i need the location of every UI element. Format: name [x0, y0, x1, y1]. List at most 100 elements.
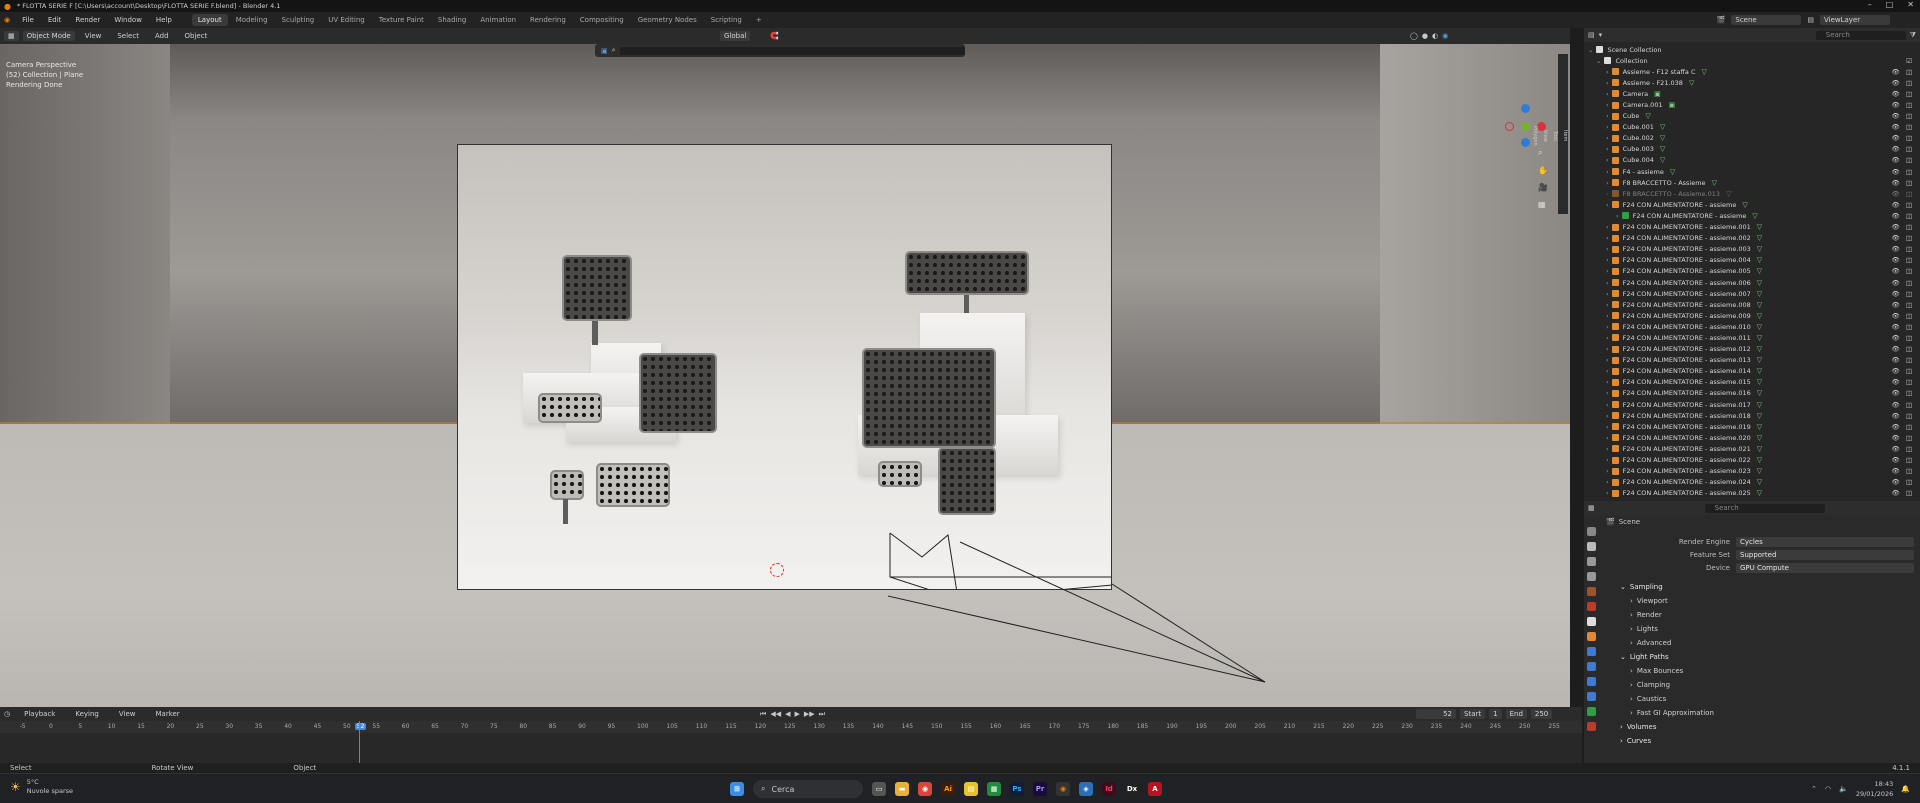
tab-sculpting[interactable]: Sculpting [276, 14, 321, 26]
visibility-toggle-icon[interactable]: 👁 ◫ [1892, 145, 1914, 153]
outliner-row[interactable]: › F4 - assieme ▽ 👁 ◫ [1584, 166, 1920, 177]
transform-orientation-dropdown[interactable]: Global [720, 31, 751, 41]
mesh-data-icon[interactable]: ▽ [1757, 456, 1762, 464]
davinci-icon[interactable]: Dx [1125, 782, 1139, 796]
outliner-row[interactable]: › F24 CON ALIMENTATORE - assieme.004 ▽ 👁 ◫ [1584, 255, 1920, 266]
outliner-row[interactable]: › Cube.001 ▽ 👁 ◫ [1584, 122, 1920, 133]
chevron-right-icon[interactable]: › [1606, 378, 1609, 386]
chevron-right-icon[interactable]: › [1606, 267, 1609, 275]
visibility-toggle-icon[interactable]: 👁 ◫ [1892, 179, 1914, 187]
mesh-data-icon[interactable]: ▽ [1757, 323, 1762, 331]
axis-neg-x-icon[interactable] [1505, 122, 1514, 131]
chevron-right-icon[interactable]: › [1606, 112, 1609, 120]
chevron-right-icon[interactable]: › [1606, 334, 1609, 342]
outliner-editor-icon[interactable]: ▤ [1588, 31, 1595, 39]
outliner-row[interactable]: › F24 CON ALIMENTATORE - assieme.003 ▽ 👁 ◫ [1584, 244, 1920, 255]
mesh-data-icon[interactable]: ▽ [1712, 179, 1717, 187]
perspective-grid-icon[interactable]: ▦ [1538, 200, 1548, 209]
outliner-row[interactable]: › F8 BRACCETTO - Assieme.013 ▽ 👁 ◫ [1584, 188, 1920, 199]
visibility-toggle-icon[interactable]: 👁 ◫ [1892, 312, 1914, 320]
outliner-row[interactable]: ⌄ Scene Collection [1584, 44, 1920, 55]
outliner-row[interactable]: › F8 BRACCETTO - Assieme ▽ 👁 ◫ [1584, 177, 1920, 188]
acrobat-icon[interactable]: A [1148, 782, 1162, 796]
scene-tab-icon[interactable] [1586, 587, 1596, 596]
chevron-right-icon[interactable]: › [1606, 489, 1609, 497]
3d-viewport[interactable]: ▣ ⌕ Camera Perspective (52) Collection |… [0, 44, 1570, 707]
object-tab-icon[interactable] [1586, 632, 1596, 641]
visibility-toggle-icon[interactable]: 👁 ◫ [1892, 245, 1914, 253]
viewport-menu-add[interactable]: Add [149, 32, 175, 40]
chevron-right-icon[interactable]: › [1616, 212, 1619, 220]
section-volumes[interactable]: › Volumes [1600, 720, 1920, 734]
outliner-row[interactable]: › F24 CON ALIMENTATORE - assieme.024 ▽ 👁 ◫ [1584, 477, 1920, 488]
wifi-icon[interactable]: ◠ [1825, 785, 1831, 793]
chevron-right-icon[interactable]: › [1606, 123, 1609, 131]
visibility-toggle-icon[interactable]: 👁 ◫ [1892, 367, 1914, 375]
chevron-right-icon[interactable]: › [1606, 145, 1609, 153]
chevron-right-icon[interactable]: › [1606, 201, 1609, 209]
sidebar-tab-item[interactable]: Item [1562, 130, 1568, 141]
mesh-data-icon[interactable]: ▽ [1757, 256, 1762, 264]
close-icon[interactable]: ✕ [1907, 0, 1914, 9]
mesh-data-icon[interactable]: ▽ [1726, 190, 1731, 198]
timeline-menu-view[interactable]: View [113, 710, 142, 718]
outliner-row[interactable]: › Assieme - F21.038 ▽ 👁 ◫ [1584, 77, 1920, 88]
tool-tab-icon[interactable] [1586, 527, 1596, 536]
mesh-data-icon[interactable]: ▽ [1742, 201, 1747, 209]
playhead-line[interactable] [359, 721, 360, 763]
subsection-max-bounces[interactable]: Max Bounces [1600, 664, 1920, 678]
outliner-row[interactable]: › F24 CON ALIMENTATORE - assieme.023 ▽ 👁 ◫ [1584, 466, 1920, 477]
mesh-data-icon[interactable]: ▽ [1757, 312, 1762, 320]
navigation-gizmo[interactable] [1503, 104, 1547, 148]
timeline-menu-keying[interactable]: Keying [69, 710, 105, 718]
subsection-viewport[interactable]: Viewport [1600, 594, 1920, 608]
blender-taskbar-icon[interactable]: ◉ [1056, 782, 1070, 796]
timeline-menu-marker[interactable]: Marker [149, 710, 185, 718]
mesh-data-icon[interactable]: ▽ [1757, 367, 1762, 375]
mesh-data-icon[interactable]: ▽ [1757, 434, 1762, 442]
visibility-toggle-icon[interactable]: 👁 ◫ [1892, 134, 1914, 142]
outliner-row[interactable]: › F24 CON ALIMENTATORE - assieme.025 ▽ 👁 ◫ [1584, 488, 1920, 499]
mesh-data-icon[interactable]: ▽ [1757, 378, 1762, 386]
mesh-data-icon[interactable]: ▽ [1757, 334, 1762, 342]
mesh-data-icon[interactable]: ▽ [1757, 478, 1762, 486]
chevron-right-icon[interactable]: › [1606, 345, 1609, 353]
chevron-right-icon[interactable]: › [1606, 79, 1609, 87]
viewport-menu-select[interactable]: Select [111, 32, 145, 40]
section-light-paths[interactable]: ⌄ Light Paths [1600, 650, 1920, 664]
chevron-right-icon[interactable]: › [1606, 478, 1609, 486]
constraints-tab-icon[interactable] [1586, 692, 1596, 701]
outliner-row[interactable]: ⌄ Collection ☑ [1584, 55, 1920, 66]
visibility-toggle-icon[interactable]: 👁 ◫ [1892, 478, 1914, 486]
tab-compositing[interactable]: Compositing [574, 14, 630, 26]
viewport-menu-view[interactable]: View [79, 32, 108, 40]
material-tab-icon[interactable] [1586, 722, 1596, 731]
tab-shading[interactable]: Shading [432, 14, 472, 26]
visibility-toggle-icon[interactable]: 👁 ◫ [1892, 323, 1914, 331]
visibility-toggle-icon[interactable]: 👁 ◫ [1892, 456, 1914, 464]
sidebar-tab-polygon[interactable]: Polygon [1532, 126, 1538, 146]
current-frame-field[interactable]: 52 [1416, 709, 1456, 719]
visibility-toggle-icon[interactable]: 👁 ◫ [1892, 489, 1914, 497]
visibility-toggle-icon[interactable]: 👁 ◫ [1892, 123, 1914, 131]
chevron-right-icon[interactable]: › [1606, 68, 1609, 76]
notes-icon[interactable]: ▤ [964, 782, 978, 796]
device-dropdown[interactable]: GPU Compute [1736, 562, 1914, 573]
outliner-row[interactable]: › F24 CON ALIMENTATORE - assieme.013 ▽ 👁 ◫ [1584, 355, 1920, 366]
outliner-row[interactable]: › F24 CON ALIMENTATORE - assieme.021 ▽ 👁 ◫ [1584, 443, 1920, 454]
next-key-icon[interactable]: ▶▶ [804, 710, 815, 719]
outliner-row[interactable]: › F24 CON ALIMENTATORE - assieme.006 ▽ 👁 ◫ [1584, 277, 1920, 288]
visibility-toggle-icon[interactable]: 👁 ◫ [1892, 267, 1914, 275]
data-tab-icon[interactable] [1586, 707, 1596, 716]
menu-render[interactable]: Render [69, 16, 106, 24]
visibility-toggle-icon[interactable]: 👁 ◫ [1892, 401, 1914, 409]
visibility-toggle-icon[interactable]: 👁 ◫ [1892, 356, 1914, 364]
visibility-toggle-icon[interactable]: 👁 ◫ [1892, 223, 1914, 231]
outliner-row[interactable]: › F24 CON ALIMENTATORE - assieme.008 ▽ 👁 ◫ [1584, 299, 1920, 310]
mesh-data-icon[interactable]: ▽ [1757, 301, 1762, 309]
subsection-clamping[interactable]: Clamping [1600, 678, 1920, 692]
chevron-right-icon[interactable]: › [1606, 179, 1609, 187]
notifications-icon[interactable]: 🔔 [1901, 785, 1910, 793]
chevron-right-icon[interactable]: › [1606, 90, 1609, 98]
chevron-right-icon[interactable]: › [1606, 356, 1609, 364]
